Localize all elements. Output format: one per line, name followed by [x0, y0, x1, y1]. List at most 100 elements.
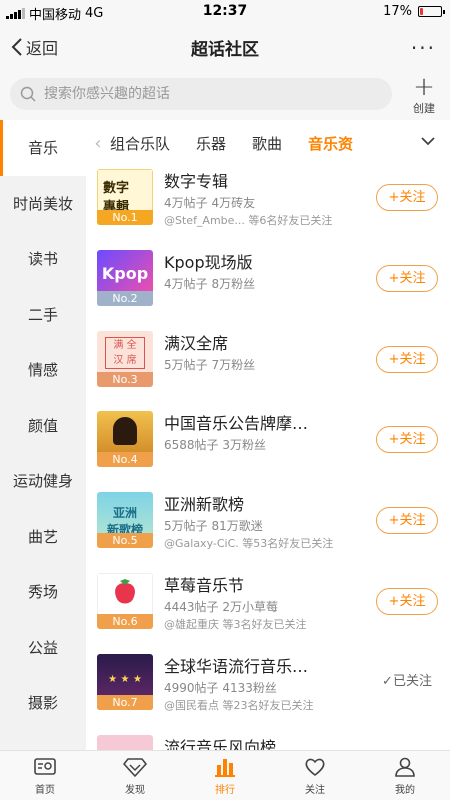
follow-button[interactable]: +关注 [376, 426, 438, 454]
topic-stats: 4万帖子 4万砖友 [164, 196, 256, 210]
search-input[interactable] [44, 86, 364, 102]
topic-stats: 5万帖子 7万粉丝 [164, 357, 256, 372]
topic-title: 中国音乐公告牌摩… [164, 414, 309, 434]
tab-following[interactable]: 关注 [270, 751, 360, 800]
sidebar-item-fashion[interactable]: 时尚美妆 [0, 176, 86, 232]
status-bar: 中国移动 4G 12:37 17% [0, 0, 450, 24]
strawberry-icon [115, 578, 135, 604]
rank-badge: No.6 [97, 613, 153, 629]
rank-badge: No.3 [97, 371, 153, 387]
tab-songs[interactable]: 歌曲 [252, 133, 282, 154]
bottom-tab-bar: 首页 发现 排行 关注 我的 [0, 750, 450, 800]
sidebar-item-emotion[interactable]: 情感 [0, 342, 86, 398]
tab-label: 首页 [35, 785, 55, 796]
list-item[interactable]: Kpop No.2 Kpop现场版 4万帖子 8万粉丝 +关注 [86, 247, 450, 328]
topic-thumbnail: 數字 專輯 No.1 [97, 169, 153, 225]
friends-followed: @Stef_Ambe... 等6名好友已关注 [164, 214, 333, 227]
topic-stats: 4443帖子 2万小草莓 [164, 599, 278, 614]
list-item[interactable]: 满 全汉 席 No.3 满汉全席 5万帖子 7万粉丝 +关注 [86, 328, 450, 409]
topic-title: Kpop现场版 [164, 252, 253, 272]
sidebar-item-show[interactable]: 秀场 [0, 564, 86, 620]
topic-stats: 6588帖子 3万粉丝 [164, 438, 266, 453]
rank-badge: No.5 [97, 533, 153, 549]
sidebar-item-secondhand[interactable]: 二手 [0, 287, 86, 343]
topic-thumbnail: No.4 [97, 411, 153, 468]
tab-profile[interactable]: 我的 [360, 751, 450, 800]
sidebar-item-photography[interactable]: 摄影 [0, 675, 86, 731]
list-item[interactable]: No.6 草莓音乐节 4443帖子 2万小草莓 @雄起重庆 等3名好友已关注 +… [86, 570, 450, 651]
battery-icon [418, 6, 445, 17]
tab-instruments[interactable]: 乐器 [196, 133, 226, 154]
topic-thumbnail: Kpop No.2 [97, 249, 153, 306]
friends-followed: @雄起重庆 等3名好友已关注 [164, 617, 307, 631]
page-title: 超话社区 [191, 40, 259, 60]
followed-button[interactable]: ✓已关注 [376, 668, 438, 696]
list-item[interactable]: No.4 中国音乐公告牌摩… 6588帖子 3万粉丝 +关注 [86, 408, 450, 489]
kpop-art-text: Kpop [101, 263, 149, 283]
tab-discover[interactable]: 发现 [90, 751, 180, 800]
follow-button[interactable]: +关注 [376, 587, 438, 615]
tab-label: 发现 [125, 785, 145, 796]
rank-badge: No.7 [97, 694, 153, 710]
topic-thumbnail: ★ ★ ★ No.7 [97, 653, 153, 710]
list-item[interactable]: 亚洲 新歌榜 No.5 亚洲新歌榜 5万帖子 81万歌迷 @Galaxy-CiC.… [86, 489, 450, 570]
topic-stats: 4990帖子 4133粉丝 [164, 680, 277, 695]
search-row: + 创建 [0, 70, 450, 120]
topic-thumbnail: 亚洲 新歌榜 No.5 [97, 492, 153, 549]
rank-badge: No.4 [97, 452, 153, 468]
topic-title: 满汉全席 [164, 333, 229, 353]
more-icon[interactable]: ··· [411, 36, 436, 60]
topic-title: 全球华语流行音乐… [164, 656, 309, 676]
topic-title: 草莓音乐节 [164, 575, 245, 595]
home-icon [34, 758, 56, 775]
list-item[interactable]: ★ ★ ★ No.7 全球华语流行音乐… 4990帖子 4133粉丝 @国民看点… [86, 651, 450, 732]
create-button[interactable]: + 创建 [406, 74, 442, 116]
list-item[interactable]: 數字 專輯 No.1 数字专辑 4万帖子 4万砖友 @Stef_Ambe... 等… [86, 166, 450, 247]
topic-stats: 4万帖子 8万粉丝 [164, 276, 256, 291]
topic-stats: 5万帖子 81万歌迷 [164, 519, 263, 534]
sidebar-item-music[interactable]: 音乐 [0, 120, 86, 176]
rank-badge: No.2 [97, 290, 153, 306]
search-icon [20, 86, 36, 102]
sidebar-item-reading[interactable]: 读书 [0, 231, 86, 287]
check-icon: ✓ [382, 673, 393, 689]
list-item[interactable]: 流行音乐风向榜 [86, 732, 450, 750]
tab-label: 我的 [395, 785, 415, 796]
scroll-left-icon: ‹ [94, 132, 102, 154]
tab-music-resources[interactable]: 音乐资 [308, 133, 356, 154]
follow-button[interactable]: +关注 [376, 184, 438, 211]
tab-home[interactable]: 首页 [0, 751, 90, 800]
battery-percent: 17% [383, 4, 412, 19]
tab-label: 关注 [305, 785, 325, 796]
chevron-down-icon[interactable] [418, 131, 438, 151]
portrait-shape [113, 417, 137, 446]
heart-icon [305, 758, 325, 776]
tab-ranking[interactable]: 排行 [180, 751, 270, 800]
sidebar-item-fitness[interactable]: 运动健身 [0, 453, 86, 509]
manhan-art: 满 全汉 席 [105, 336, 145, 369]
friends-followed: @Galaxy-CiC. 等53名好友已关注 [164, 537, 334, 551]
topic-thumbnail: 满 全汉 席 No.3 [97, 330, 153, 387]
tab-label: 排行 [215, 785, 235, 796]
sidebar-item-charity[interactable]: 公益 [0, 620, 86, 676]
sidebar-item-looks[interactable]: 颜值 [0, 398, 86, 454]
sidebar-item-opera[interactable]: 曲艺 [0, 509, 86, 565]
followed-label: 已关注 [392, 673, 432, 689]
topic-title: 流行音乐风向榜 [164, 737, 277, 750]
friends-followed: @国民看点 等23名好友已关注 [164, 698, 314, 712]
tab-bands[interactable]: 组合乐队 [110, 133, 170, 154]
discover-icon [123, 758, 147, 777]
follow-button[interactable]: +关注 [376, 345, 438, 373]
topic-title: 亚洲新歌榜 [164, 495, 245, 515]
nav-bar: 返回 超话社区 ··· [0, 24, 450, 70]
rank-badge: No.1 [97, 210, 153, 225]
search-box[interactable] [10, 78, 392, 110]
topic-title: 数字专辑 [164, 172, 229, 191]
ranking-icon [215, 759, 235, 777]
topic-list: 數字 專輯 No.1 数字专辑 4万帖子 4万砖友 @Stef_Ambe... 等… [86, 166, 450, 750]
category-sidebar: 音乐 时尚美妆 读书 二手 情感 颜值 运动健身 曲艺 秀场 公益 摄影 [0, 120, 86, 750]
topic-thumbnail [97, 734, 153, 750]
follow-button[interactable]: +关注 [376, 507, 438, 535]
topic-thumbnail: No.6 [97, 572, 153, 629]
follow-button[interactable]: +关注 [376, 264, 438, 292]
